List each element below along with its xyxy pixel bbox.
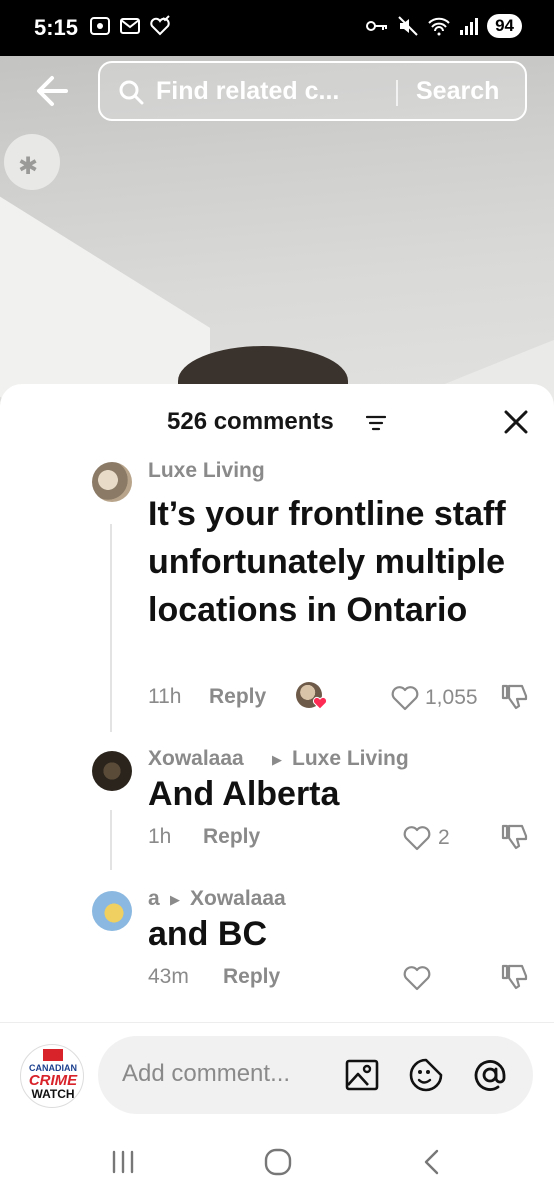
dislike-icon[interactable] — [500, 682, 530, 712]
composer-divider — [0, 1022, 554, 1023]
comments-count: 526 comments — [167, 408, 334, 435]
search-divider — [396, 80, 398, 106]
image-icon[interactable] — [344, 1057, 380, 1093]
avatar[interactable] — [92, 462, 132, 502]
comment-text: It’s your frontline staff unfortunately … — [148, 495, 506, 629]
heart-icon — [312, 696, 328, 710]
search-input[interactable]: Find related c... — [156, 77, 339, 106]
status-left-icons — [88, 14, 172, 38]
mute-icon — [398, 16, 418, 36]
comment-time: 1h — [148, 825, 172, 848]
like-count: 2 — [438, 826, 450, 849]
sort-icon[interactable] — [366, 415, 386, 431]
mail-icon — [120, 18, 140, 34]
reply-to-username[interactable]: Xowalaaa — [190, 887, 286, 911]
comment-time: 11h — [148, 685, 182, 708]
system-nav-bar — [0, 1130, 554, 1200]
reply-arrow-icon: ▶ — [170, 892, 180, 907]
thread-line — [110, 810, 112, 870]
close-icon[interactable] — [502, 408, 530, 436]
maple-leaf-icon — [43, 1049, 63, 1061]
wifi-icon — [428, 17, 450, 36]
recent-apps-icon[interactable] — [107, 1146, 139, 1178]
reply-to-username[interactable]: Luxe Living — [292, 747, 409, 771]
search-icon — [119, 80, 144, 105]
back-arrow-icon[interactable] — [32, 66, 72, 116]
comment-username[interactable]: Xowalaaa — [148, 747, 244, 771]
heart-check-icon — [150, 15, 170, 36]
status-time: 5:15 — [34, 15, 79, 40]
avatar[interactable] — [92, 891, 132, 931]
thread-line — [110, 524, 112, 732]
dislike-icon[interactable] — [500, 822, 530, 852]
comment-time: 43m — [148, 965, 189, 988]
like-count: 1,055 — [425, 686, 478, 709]
channel-avatar[interactable]: CANADIAN CRIME WATCH — [20, 1044, 84, 1108]
emoji-icon[interactable] — [408, 1057, 444, 1093]
reply-arrow-icon: ▶ — [272, 752, 282, 767]
channel-logo-text: WATCH — [31, 1087, 75, 1101]
home-icon[interactable] — [262, 1146, 294, 1178]
comment-username[interactable]: a — [148, 887, 160, 911]
comments-sheet: 526 comments Luxe Living It’s your front… — [0, 384, 554, 1200]
comment-username[interactable]: Luxe Living — [148, 459, 265, 483]
comment-text: And Alberta — [148, 775, 340, 813]
like-icon[interactable] — [390, 684, 420, 712]
reply-button[interactable]: Reply — [203, 825, 260, 849]
like-icon[interactable] — [402, 824, 432, 852]
dislike-icon[interactable] — [500, 962, 530, 992]
key-icon — [366, 21, 388, 31]
mention-icon[interactable] — [472, 1057, 508, 1093]
screen-record-icon — [90, 17, 110, 35]
vent-spokes: ✱ — [18, 153, 39, 180]
status-bar: 5:15 94 — [0, 0, 554, 56]
back-icon[interactable] — [417, 1146, 449, 1178]
like-icon[interactable] — [402, 964, 432, 992]
reply-button[interactable]: Reply — [209, 685, 266, 709]
search-bar[interactable]: Find related c... Search — [98, 61, 527, 121]
status-right-icons: 94 — [365, 14, 522, 38]
reply-button[interactable]: Reply — [223, 965, 280, 989]
comment-input[interactable]: Add comment... — [98, 1036, 533, 1114]
signal-icon — [460, 18, 479, 35]
avatar[interactable] — [92, 751, 132, 791]
battery-indicator: 94 — [487, 14, 522, 38]
search-button[interactable]: Search — [416, 77, 499, 106]
comment-text: and BC — [148, 915, 267, 953]
creator-liked-badge — [296, 682, 328, 712]
comment-placeholder[interactable]: Add comment... — [122, 1060, 290, 1088]
